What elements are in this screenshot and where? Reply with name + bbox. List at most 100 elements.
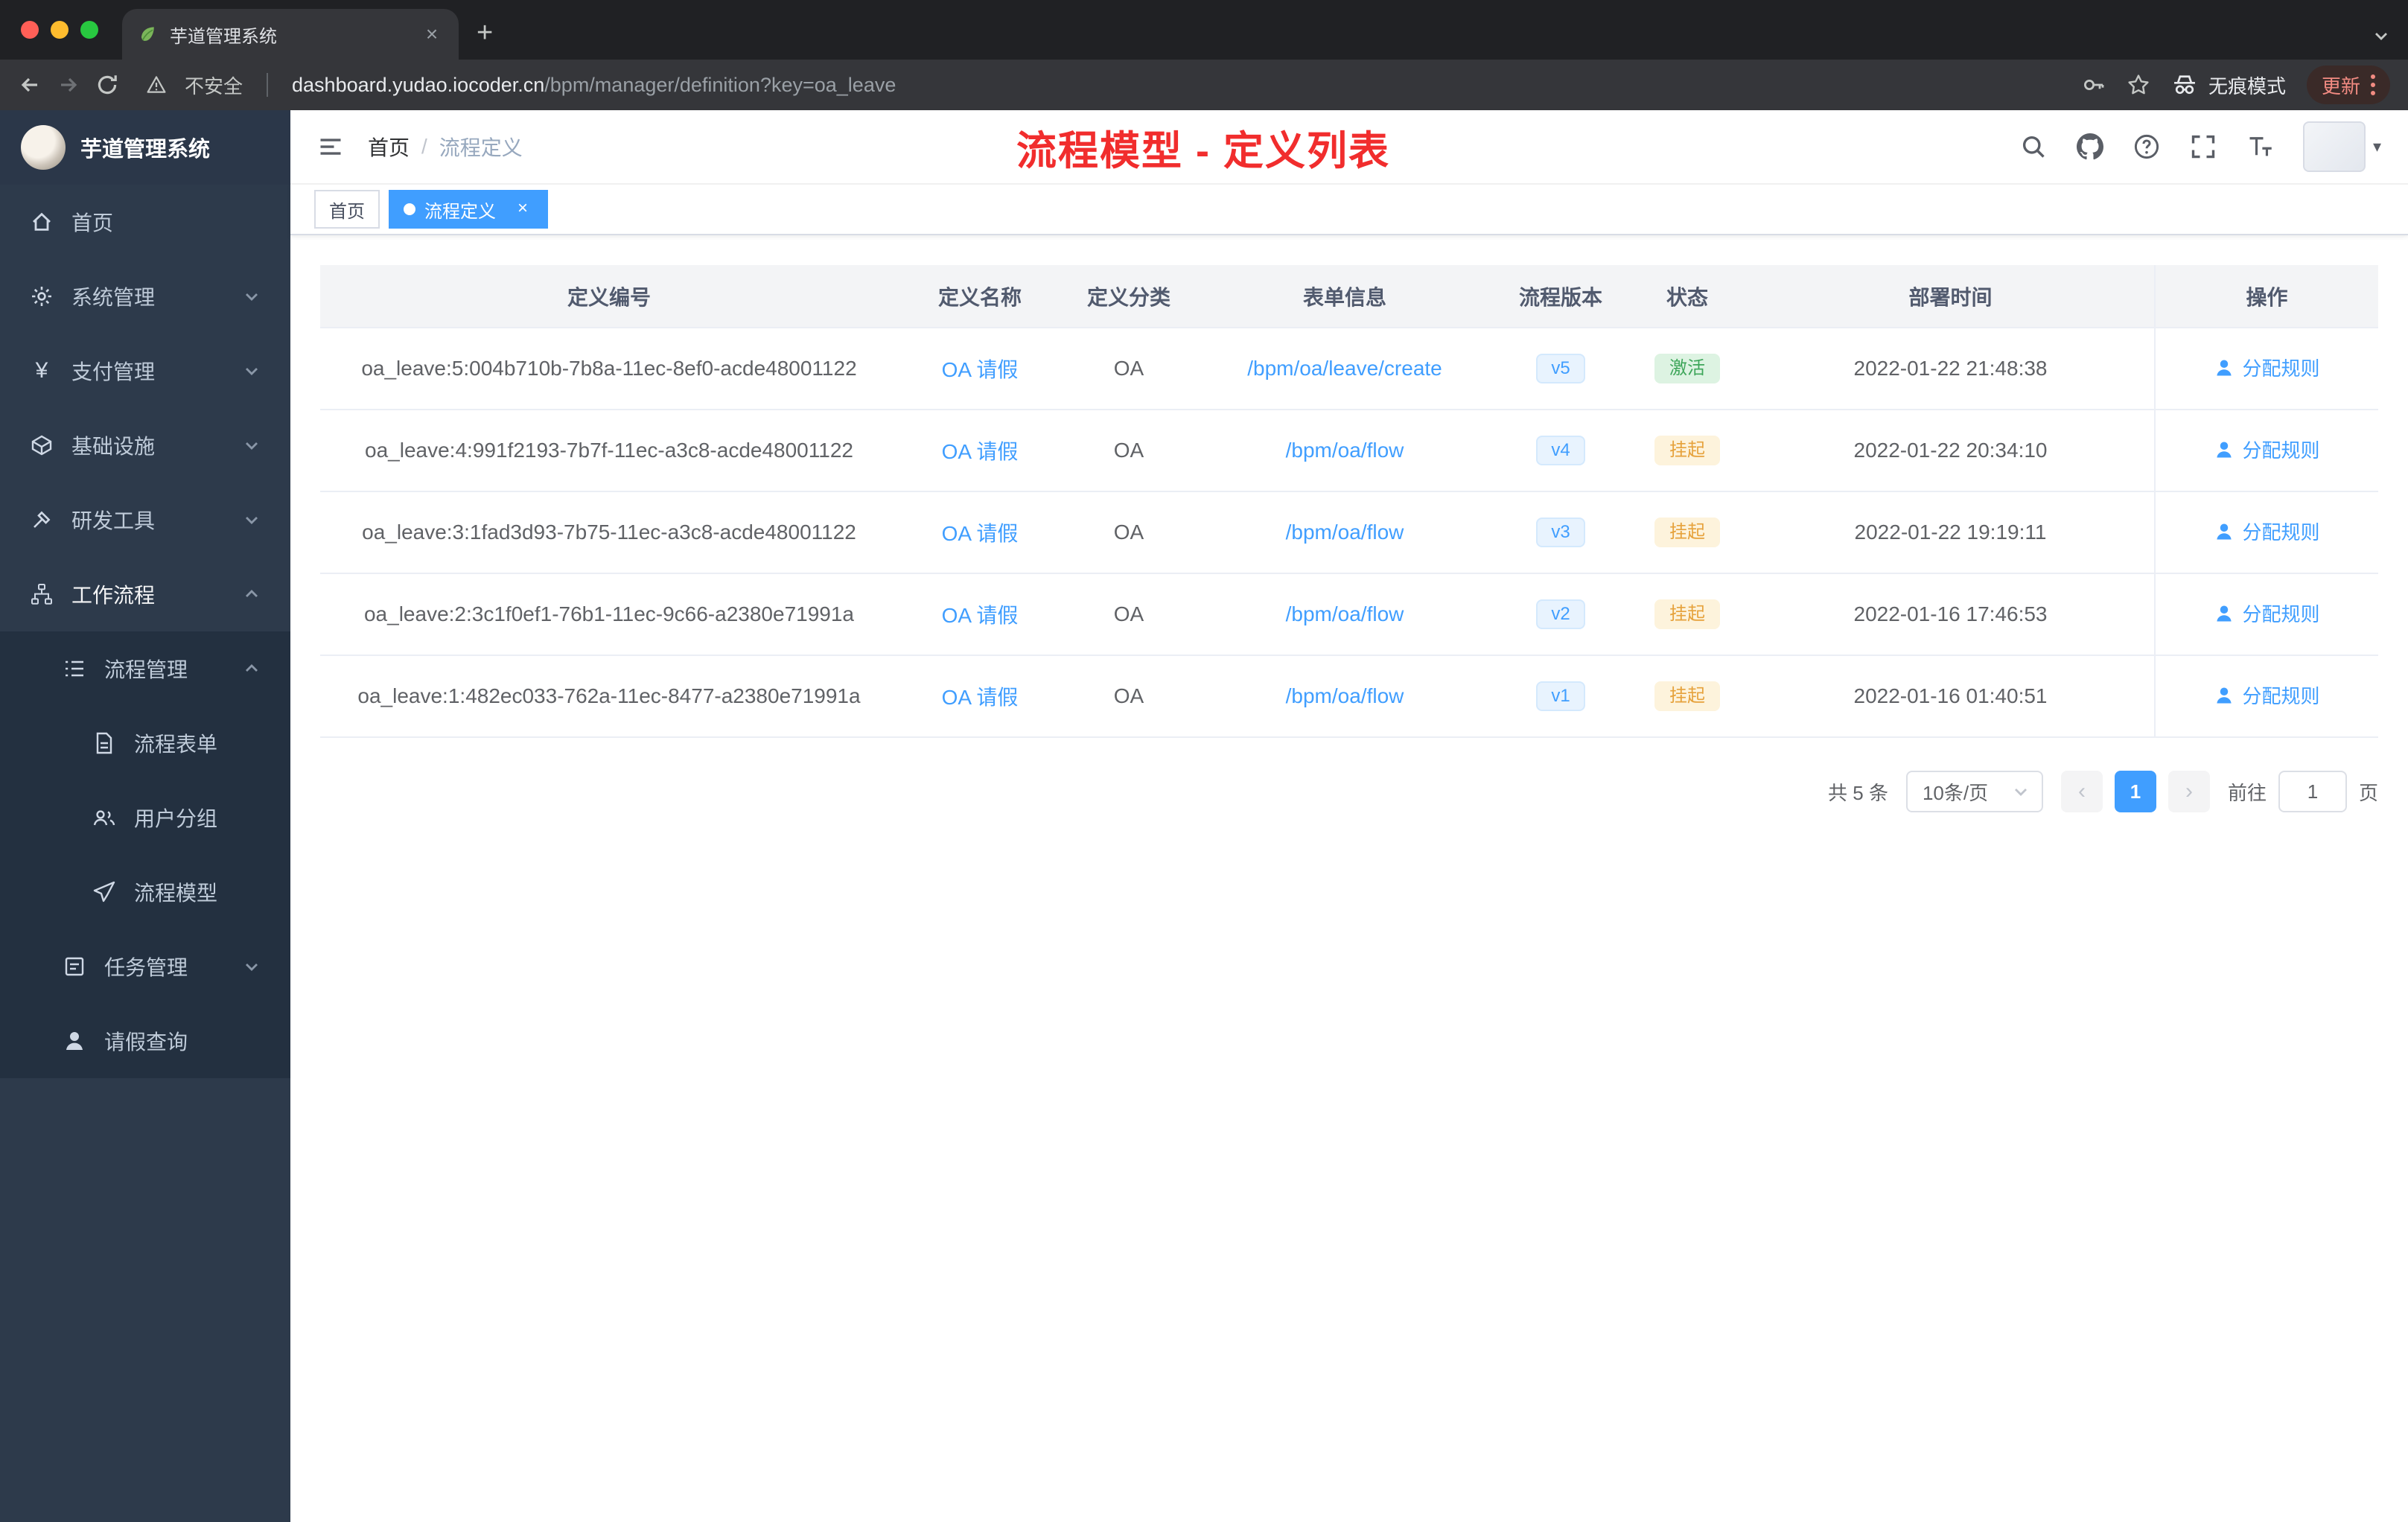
table-row: oa_leave:1:482ec033-762a-11ec-8477-a2380…: [320, 655, 2378, 738]
home-icon: [30, 210, 54, 234]
column-header: 定义分类: [1062, 265, 1196, 328]
url-divider: [267, 73, 269, 97]
font-size-icon[interactable]: [2246, 133, 2273, 160]
sidebar-item-label: 研发工具: [71, 509, 156, 532]
cell-definition-id: oa_leave:3:1fad3d93-7b75-11ec-a3c8-acde4…: [320, 491, 898, 574]
assign-rule-link[interactable]: 分配规则: [2214, 599, 2320, 627]
tag-process-definition[interactable]: 流程定义 ×: [389, 190, 548, 229]
minimize-window-button[interactable]: [51, 21, 69, 39]
page-size-select[interactable]: 10条/页: [1905, 771, 2043, 812]
page-size-value: 10条/页: [1922, 781, 1989, 804]
sidebar-item-devtools[interactable]: 研发工具: [0, 483, 290, 557]
column-header: 表单信息: [1196, 265, 1494, 328]
forward-button[interactable]: [57, 73, 80, 97]
assign-rule-link[interactable]: 分配规则: [2214, 518, 2320, 545]
github-icon[interactable]: [2077, 133, 2103, 160]
zoom-window-button[interactable]: [80, 21, 98, 39]
cell-deploy-time: 2022-01-22 19:19:11: [1747, 491, 2155, 574]
tag-close-icon[interactable]: ×: [512, 199, 533, 220]
status-badge: 挂起: [1654, 518, 1720, 547]
goto-label: 前往: [2227, 781, 2267, 804]
sidebar-item-infra[interactable]: 基础设施: [0, 408, 290, 483]
user-menu[interactable]: ▾: [2302, 121, 2381, 172]
browser-tab[interactable]: 芋道管理系统 ×: [122, 9, 459, 60]
sidebar-item-label: 首页: [71, 211, 114, 235]
send-icon: [92, 880, 116, 904]
next-page-button[interactable]: ›: [2167, 771, 2210, 812]
user-icon: [2214, 685, 2235, 706]
form-link[interactable]: /bpm/oa/leave/create: [1247, 357, 1442, 380]
chevron-down-icon: [243, 511, 261, 529]
help-icon[interactable]: [2133, 133, 2160, 160]
prev-page-button[interactable]: ‹: [2060, 771, 2103, 812]
definition-name-link[interactable]: OA 请假: [942, 440, 1019, 463]
cell-definition-id: oa_leave:2:3c1f0ef1-76b1-11ec-9c66-a2380…: [320, 573, 898, 656]
user-icon: [2214, 521, 2235, 542]
table-row: oa_leave:2:3c1f0ef1-76b1-11ec-9c66-a2380…: [320, 573, 2378, 656]
avatar[interactable]: [2302, 121, 2366, 172]
cell-category: OA: [1062, 410, 1196, 492]
page-number-button[interactable]: 1: [2114, 771, 2156, 812]
definition-name-link[interactable]: OA 请假: [942, 358, 1019, 381]
sidebar-item-user-group[interactable]: 用户分组: [0, 780, 290, 855]
form-link[interactable]: /bpm/oa/flow: [1286, 602, 1404, 625]
sidebar-item-process-model[interactable]: 流程模型: [0, 855, 290, 929]
assign-rule-link[interactable]: 分配规则: [2214, 681, 2320, 709]
back-button[interactable]: [18, 73, 42, 97]
sidebar-item-label: 系统管理: [71, 286, 156, 309]
version-badge: v4: [1536, 436, 1585, 465]
incognito-badge: 无痕模式: [2171, 71, 2286, 99]
definition-name-link[interactable]: OA 请假: [942, 522, 1019, 545]
cell-deploy-time: 2022-01-16 01:40:51: [1747, 655, 2155, 738]
bookmark-star-icon[interactable]: [2127, 73, 2150, 97]
breadcrumb-home[interactable]: 首页: [368, 132, 410, 162]
assign-rule-link[interactable]: 分配规则: [2214, 436, 2320, 463]
sidebar-item-payment[interactable]: ¥ 支付管理: [0, 334, 290, 408]
cell-deploy-time: 2022-01-22 21:48:38: [1747, 328, 2155, 410]
sidebar: 芋道管理系统 首页 系统管理 ¥ 支付管理 基础设施 研发工具 工作流程 流程管…: [0, 110, 290, 1522]
assign-rule-link[interactable]: 分配规则: [2214, 354, 2320, 381]
address-bar[interactable]: dashboard.yudao.iocoder.cn/bpm/manager/d…: [292, 74, 896, 97]
definition-name-link[interactable]: OA 请假: [942, 604, 1019, 627]
reload-button[interactable]: [95, 73, 119, 97]
document-icon: [92, 731, 116, 755]
fullscreen-icon[interactable]: [2190, 133, 2217, 160]
cell-deploy-time: 2022-01-22 20:34:10: [1747, 410, 2155, 492]
browser-toolbar: 不安全 dashboard.yudao.iocoder.cn/bpm/manag…: [0, 60, 2408, 110]
definition-name-link[interactable]: OA 请假: [942, 686, 1019, 709]
sidebar-item-workflow[interactable]: 工作流程: [0, 557, 290, 631]
sidebar-item-process-mgmt[interactable]: 流程管理: [0, 631, 290, 706]
table-row: oa_leave:5:004b710b-7b8a-11ec-8ef0-acde4…: [320, 328, 2378, 410]
key-icon[interactable]: [2082, 73, 2106, 97]
form-link[interactable]: /bpm/oa/flow: [1286, 520, 1404, 544]
sidebar-toggle-hamburger-icon[interactable]: [317, 133, 344, 160]
search-icon[interactable]: [2020, 133, 2047, 160]
sidebar-logo[interactable]: 芋道管理系统: [0, 110, 290, 185]
update-button[interactable]: 更新: [2306, 66, 2390, 104]
sidebar-item-system[interactable]: 系统管理: [0, 259, 290, 334]
security-warning-icon[interactable]: [146, 74, 167, 95]
browser-menu-dots-icon[interactable]: [2371, 74, 2375, 95]
security-label[interactable]: 不安全: [185, 71, 243, 99]
version-badge: v2: [1536, 599, 1585, 629]
goto-page-input[interactable]: [2278, 771, 2347, 812]
close-window-button[interactable]: [21, 21, 39, 39]
logo-title: 芋道管理系统: [80, 138, 211, 162]
new-tab-button[interactable]: +: [477, 17, 493, 49]
sidebar-item-leave-query[interactable]: 请假查询: [0, 1004, 290, 1078]
status-badge: 挂起: [1654, 599, 1720, 629]
sidebar-item-process-form[interactable]: 流程表单: [0, 706, 290, 780]
tab-close-icon[interactable]: ×: [420, 24, 444, 45]
sidebar-item-task-mgmt[interactable]: 任务管理: [0, 929, 290, 1004]
version-badge: v5: [1536, 354, 1585, 383]
form-link[interactable]: /bpm/oa/flow: [1286, 439, 1404, 462]
form-link[interactable]: /bpm/oa/flow: [1286, 684, 1404, 707]
tab-list-chevron-icon[interactable]: [2372, 27, 2390, 45]
sidebar-item-home[interactable]: 首页: [0, 185, 290, 259]
sidebar-item-label: 工作流程: [71, 584, 156, 607]
tag-home[interactable]: 首页: [314, 190, 380, 229]
column-header: 定义编号: [320, 265, 898, 328]
tab-title: 芋道管理系统: [170, 26, 277, 47]
cell-deploy-time: 2022-01-16 17:46:53: [1747, 573, 2155, 656]
table-row: oa_leave:4:991f2193-7b7f-11ec-a3c8-acde4…: [320, 410, 2378, 492]
